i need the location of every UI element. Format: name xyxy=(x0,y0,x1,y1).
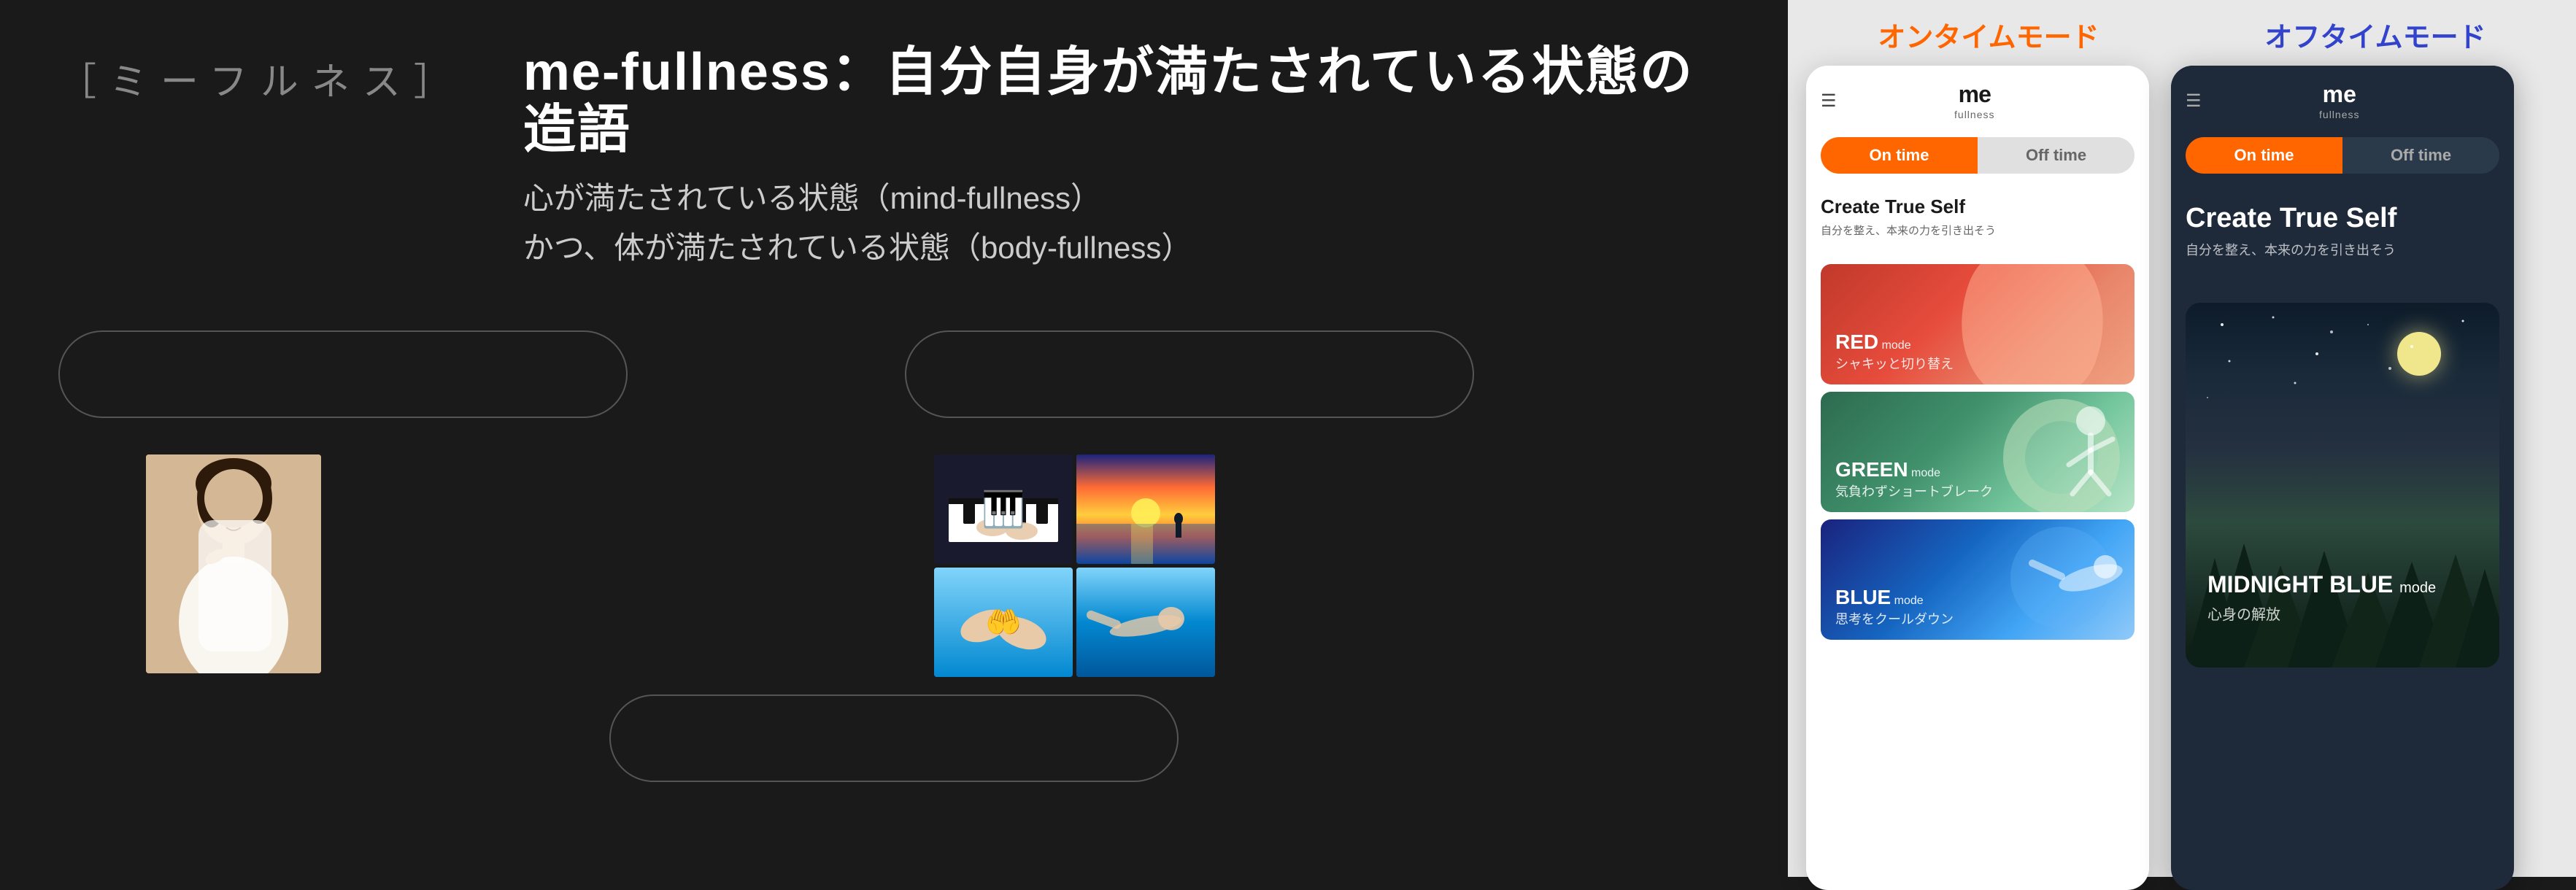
bottom-box-wrapper xyxy=(609,694,1179,819)
ontime-hamburger-icon[interactable]: ☰ xyxy=(1821,90,1837,112)
offtime-phone: ☰ me fullness On time Off time Create Tr… xyxy=(2171,66,2514,890)
red-mode-name-suffix: mode xyxy=(1878,339,1910,352)
blue-mode-label: BLUE mode 思考をクールダウン xyxy=(1835,586,1954,628)
ontime-phone-logo: me fullness xyxy=(1954,80,1994,123)
brand-bracket: ［ミーフルネス］ xyxy=(58,51,465,106)
offtime-toggle-off[interactable]: Off time xyxy=(2342,137,2499,174)
person-image xyxy=(146,454,321,673)
ontime-logo-fullness: fullness xyxy=(1954,109,1994,120)
header-row: ［ミーフルネス］ me-fullness：自分自身が満たされている状態の造語 心… xyxy=(58,44,1729,272)
content-box-left xyxy=(58,330,628,677)
content-box-right xyxy=(905,330,1474,677)
blue-mode-desc: 思考をクールダウン xyxy=(1835,609,1954,628)
green-mode-name: GREEN mode xyxy=(1835,458,1940,481)
offtime-phone-header: ☰ me fullness xyxy=(2171,66,2514,130)
ontime-logo-me: me xyxy=(1954,80,1994,108)
brand-subtitle-line1: 心が満たされている状態（mind-fullness） xyxy=(523,174,1729,222)
brand-title-block: me-fullness：自分自身が満たされている状態の造語 心が満たされている状… xyxy=(523,44,1729,272)
right-image-grid xyxy=(934,454,1474,677)
offtime-toggle-row: On time Off time xyxy=(2171,130,2514,181)
phones-wrapper: オンタイムモード オフタイムモード ☰ me fullness On xyxy=(1788,0,2576,877)
midnight-mode-label: MIDNIGHT BLUE mode 心身の解放 xyxy=(2207,571,2436,624)
ontime-hero-title: Create True Self xyxy=(1821,196,2135,218)
red-mode-name: RED mode xyxy=(1835,330,1911,353)
offtime-hero: Create True Self 自分を整え、本来の力を引き出そう xyxy=(2171,181,2514,303)
water-image xyxy=(1076,568,1215,677)
green-yoga-figure xyxy=(2018,399,2120,501)
brand-title: me-fullness：自分自身が満たされている状態の造語 xyxy=(523,44,1729,159)
ontime-hero: Create True Self 自分を整え、本来の力を引き出そう xyxy=(1806,181,2149,257)
hands-image xyxy=(934,568,1073,677)
blue-mode-name: BLUE mode xyxy=(1835,586,1924,608)
right-rounded-box xyxy=(905,330,1474,418)
ontime-toggle-off[interactable]: Off time xyxy=(1978,137,2135,174)
ontime-toggle-on[interactable]: On time xyxy=(1821,137,1978,174)
red-shape-decoration xyxy=(1936,264,2128,384)
sunset-image xyxy=(1076,454,1215,564)
blue-mode-name-suffix: mode xyxy=(1891,595,1923,607)
offtime-logo-me: me xyxy=(2319,80,2359,108)
ontime-phone: ☰ me fullness On time Off time Create Tr… xyxy=(1806,66,2149,890)
offtime-hero-title: Create True Self xyxy=(2186,203,2499,234)
ontime-label-item: オンタイムモード xyxy=(1806,15,2171,55)
midnight-mode-name: MIDNIGHT BLUE mode xyxy=(2207,571,2436,598)
midnight-mode-desc: 心身の解放 xyxy=(2207,603,2436,624)
offtime-label: オフタイムモード xyxy=(2264,23,2486,53)
phones-label-row: オンタイムモード オフタイムモード xyxy=(1806,15,2558,55)
red-mode-card[interactable]: RED mode シャキッと切り替え xyxy=(1821,264,2135,384)
phones-row: ☰ me fullness On time Off time Create Tr… xyxy=(1806,66,2558,890)
offtime-logo-fullness: fullness xyxy=(2319,109,2359,120)
offtime-label-item: オフタイムモード xyxy=(2193,15,2558,55)
offtime-toggle-on[interactable]: On time xyxy=(2186,137,2342,174)
green-mode-label: GREEN mode 気負わずショートブレーク xyxy=(1835,458,1993,500)
bottom-rounded-box xyxy=(609,694,1179,782)
blue-swimmer-figure xyxy=(2018,534,2127,622)
night-scene-card[interactable]: MIDNIGHT BLUE mode 心身の解放 xyxy=(2186,303,2499,668)
green-mode-desc: 気負わずショートブレーク xyxy=(1835,481,1993,500)
green-mode-name-suffix: mode xyxy=(1908,467,1940,479)
left-panel: ［ミーフルネス］ me-fullness：自分自身が満たされている状態の造語 心… xyxy=(0,0,1788,877)
left-rounded-box xyxy=(58,330,628,418)
ontime-label: オンタイムモード xyxy=(1878,23,2099,53)
red-mode-desc: シャキッと切り替え xyxy=(1835,354,1954,373)
ontime-phone-header: ☰ me fullness xyxy=(1806,66,2149,130)
red-mode-label: RED mode シャキッと切り替え xyxy=(1835,330,1954,373)
ontime-hero-sub: 自分を整え、本来の力を引き出そう xyxy=(1821,222,2135,238)
person-silhouette xyxy=(146,454,321,673)
midnight-mode-suffix: mode xyxy=(2399,580,2436,596)
piano-image xyxy=(934,454,1073,564)
offtime-phone-logo: me fullness xyxy=(2319,80,2359,123)
offtime-hero-sub: 自分を整え、本来の力を引き出そう xyxy=(2186,240,2499,259)
blue-mode-card[interactable]: BLUE mode 思考をクールダウン xyxy=(1821,519,2135,640)
green-mode-card[interactable]: GREEN mode 気負わずショートブレーク xyxy=(1821,392,2135,512)
offtime-hamburger-icon[interactable]: ☰ xyxy=(2186,90,2202,112)
ontime-toggle-row: On time Off time xyxy=(1806,130,2149,181)
content-boxes-row xyxy=(58,330,1729,677)
brand-subtitle-line2: かつ、体が満たされている状態（body-fullness） xyxy=(523,223,1729,272)
